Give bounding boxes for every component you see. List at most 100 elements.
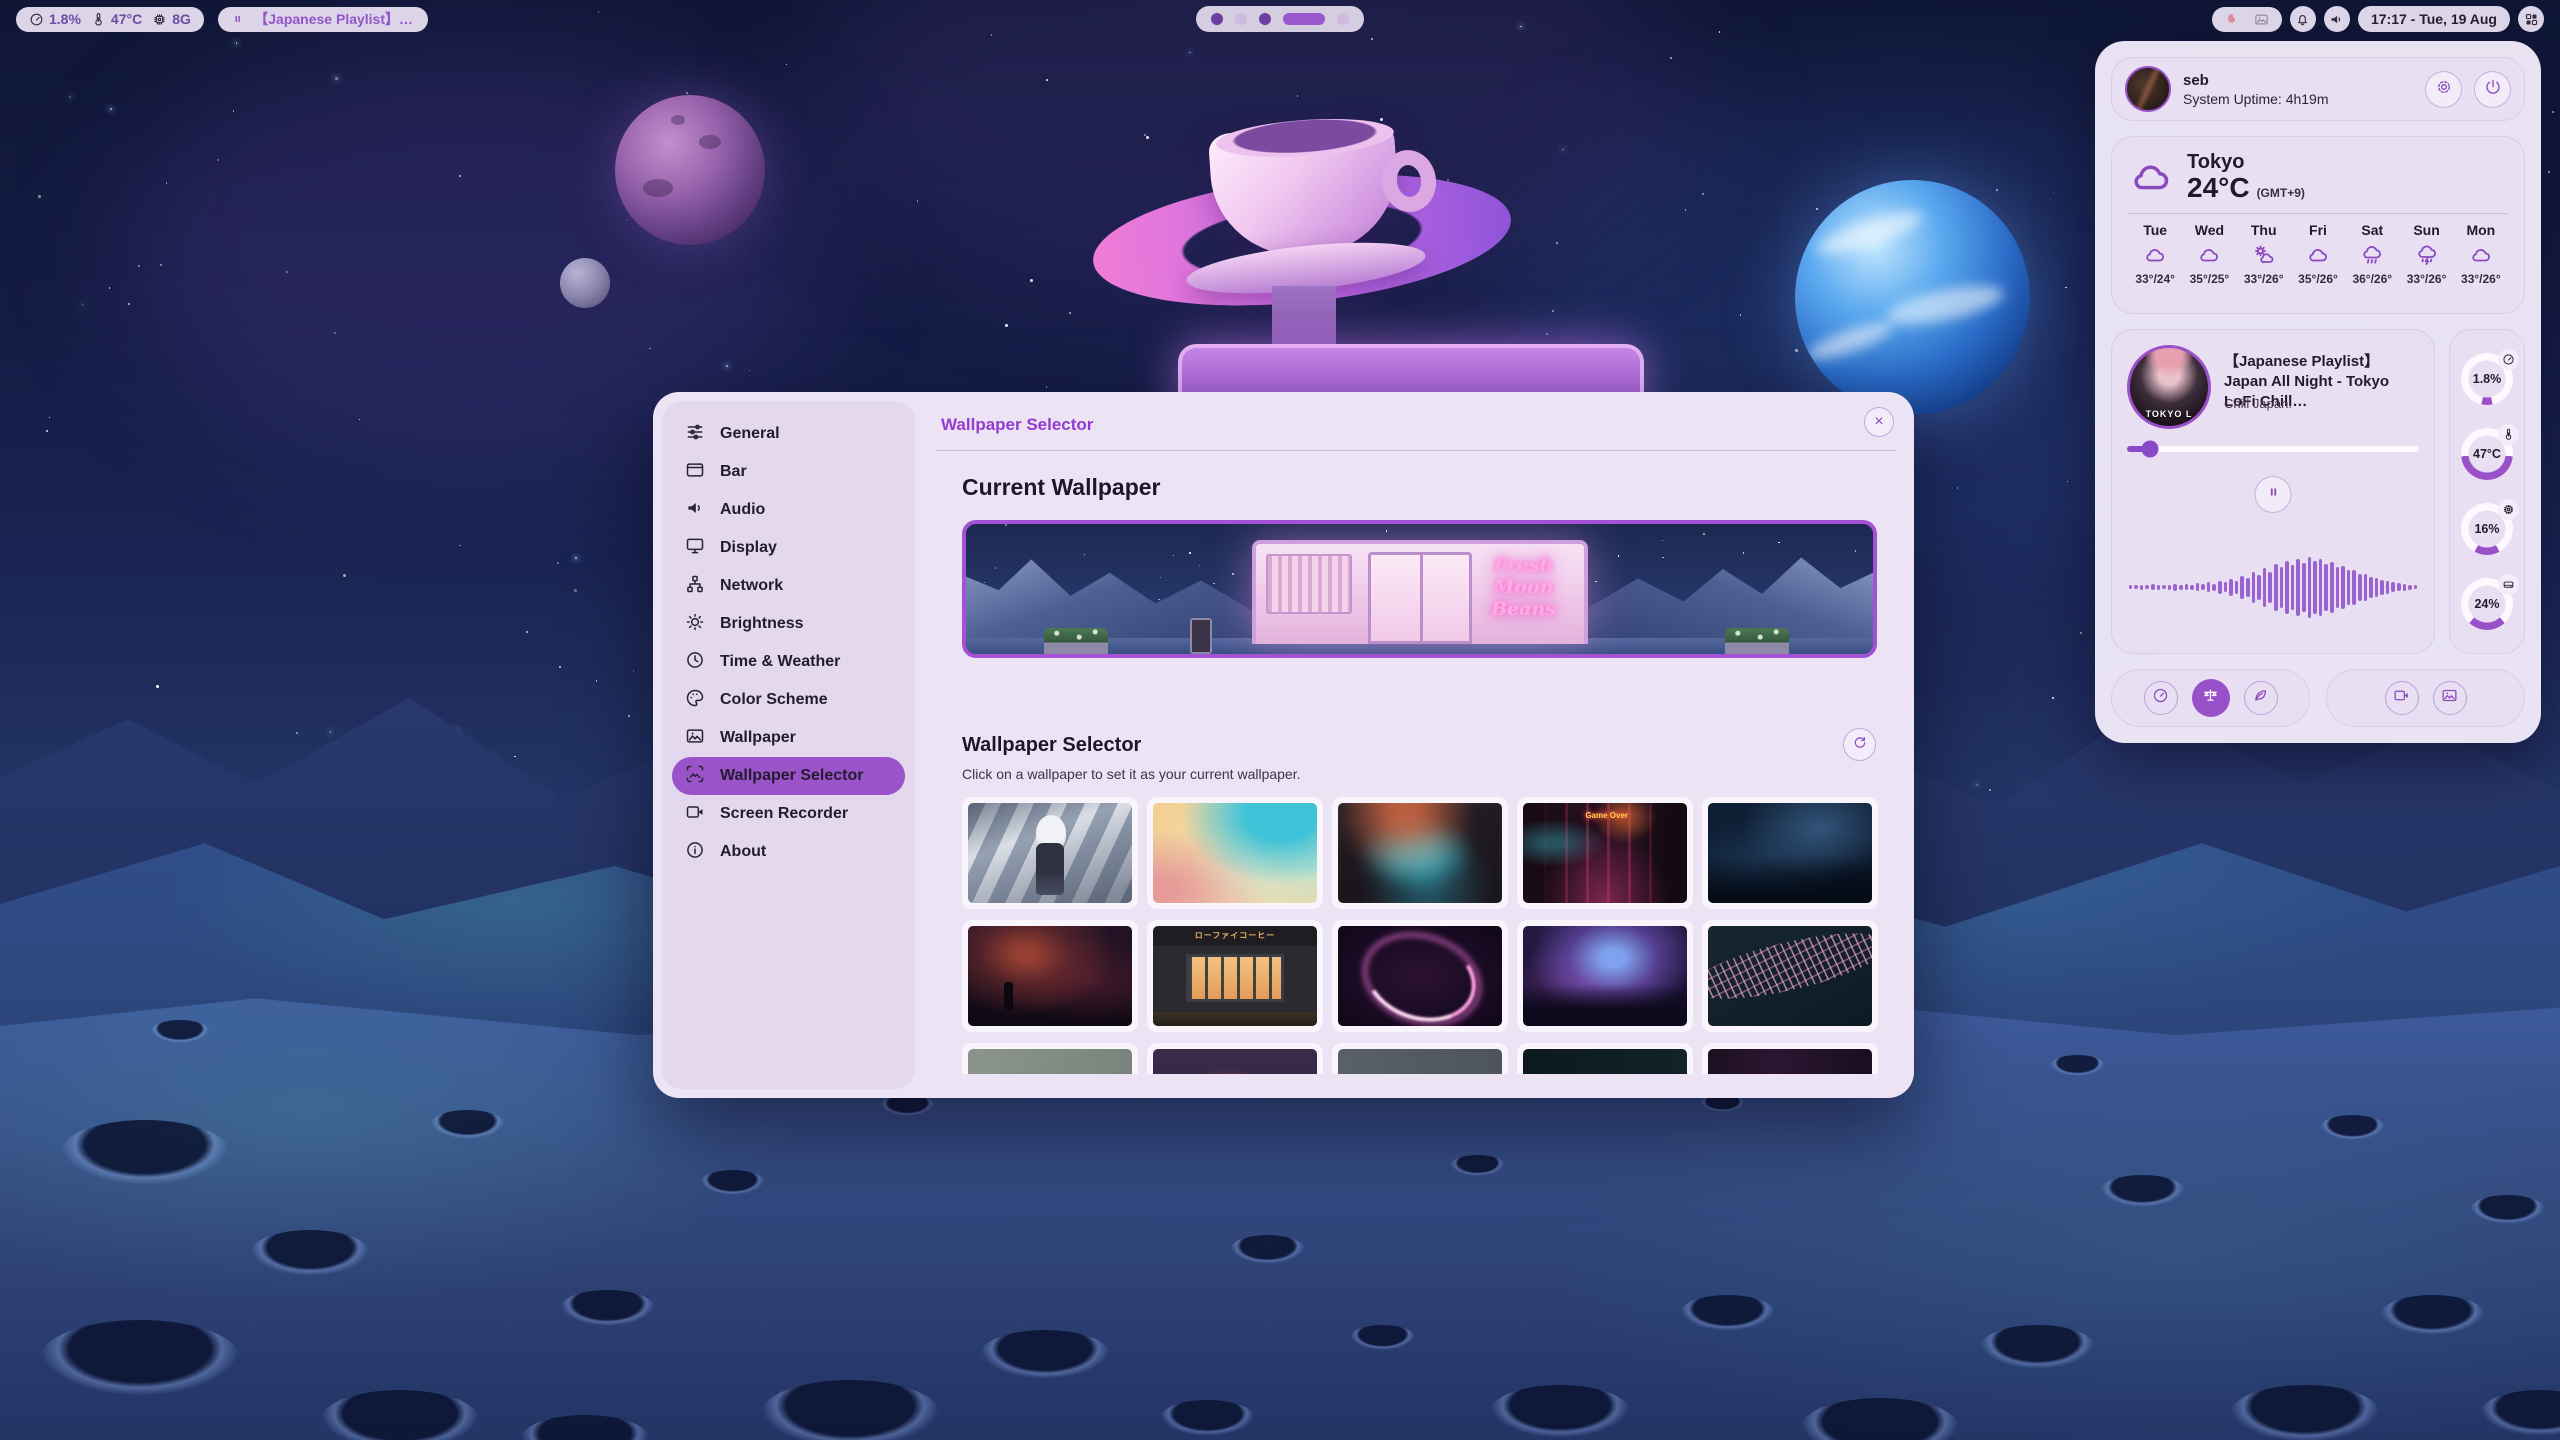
wallpaper-thumb-aurora-blur[interactable]: [1332, 797, 1508, 909]
visualizer-bar: [2341, 566, 2345, 609]
tray-app-icon[interactable]: [2225, 12, 2240, 27]
star: [359, 419, 361, 421]
star: [2053, 192, 2055, 194]
sidebar-item-wallpaper-selector[interactable]: Wallpaper Selector: [672, 757, 905, 795]
star: [633, 670, 635, 672]
wallpaper-grid: Game Over ローファイコーヒー: [962, 797, 1878, 1074]
top-bar: 1.8% 47°C 8G 【Japanese Playlist】 J... 17…: [0, 0, 2560, 38]
close-button[interactable]: ×: [1864, 407, 1894, 437]
wallpaper-thumb-gray-sliver[interactable]: [1332, 1043, 1508, 1074]
slider-knob[interactable]: [2142, 441, 2159, 458]
wallpaper-image-ember-ruins: [968, 926, 1132, 1026]
neon-line-3: Beans: [1491, 599, 1556, 620]
wallpaper-thumb-blue-forest[interactable]: [1702, 797, 1878, 909]
crater: [2380, 1295, 2485, 1335]
visualizer-bar: [2403, 584, 2407, 591]
visualizer-bar: [2173, 584, 2177, 591]
wallpaper-thumb-teal-sliver[interactable]: [1517, 1043, 1693, 1074]
star: [1795, 349, 1798, 352]
bar-right-cluster: 17:17 - Tue, 19 Aug: [2212, 6, 2544, 32]
wallpaper-thumb-ember-ruins[interactable]: [962, 920, 1138, 1032]
album-art-text: TOKYO L: [2130, 409, 2208, 419]
star: [1816, 208, 1818, 210]
wallpaper-thumb-purple-ring[interactable]: [1332, 920, 1508, 1032]
sidebar-item-network[interactable]: Network: [672, 567, 905, 605]
visualizer-bar: [2134, 585, 2138, 589]
sidebar-item-time-weather[interactable]: Time & Weather: [672, 643, 905, 681]
mode-button-leaf[interactable]: [2244, 681, 2278, 715]
pause-button[interactable]: [2255, 476, 2292, 513]
star: [46, 430, 48, 432]
sidebar-item-color-scheme[interactable]: Color Scheme: [672, 681, 905, 719]
gauge-icon: [2152, 687, 2169, 709]
cloud-icon: [2306, 243, 2330, 267]
wallpaper-thumb-pastel-gradient[interactable]: [1147, 797, 1323, 909]
cpu-value: 1.8%: [49, 11, 81, 27]
sidebar-item-general[interactable]: General: [672, 415, 905, 453]
wallpaper-image-purple-ring: [1338, 926, 1502, 1026]
small-moon: [560, 258, 610, 308]
star: [2548, 171, 2550, 173]
clock-pill[interactable]: 17:17 - Tue, 19 Aug: [2358, 6, 2510, 32]
gauge-1-8: 1.8%: [2461, 353, 2513, 405]
wallpaper-thumb-neon-arcade[interactable]: Game Over: [1517, 797, 1693, 909]
wallpaper-thumb-lofi-cafe[interactable]: ローファイコーヒー: [1147, 920, 1323, 1032]
visualizer-bar: [2162, 585, 2166, 589]
workspace-dot-1[interactable]: [1211, 13, 1223, 25]
star: [1297, 95, 1299, 97]
crater: [560, 1290, 655, 1326]
temp-value: 47°C: [111, 11, 142, 27]
preview-star: [1189, 552, 1191, 554]
star: [2080, 632, 2082, 634]
wallpaper-thumb-nebula-forest[interactable]: [1517, 920, 1693, 1032]
preview-star: [1855, 550, 1857, 552]
sidebar-item-brightness[interactable]: Brightness: [672, 605, 905, 643]
weather-timezone: (GMT+9): [2257, 186, 2305, 200]
sidebar-item-bar[interactable]: Bar: [672, 453, 905, 491]
notifications-button[interactable]: [2290, 6, 2316, 32]
wallpaper-thumb-sage-sliver[interactable]: [962, 1043, 1138, 1074]
sidebar-item-screen-recorder[interactable]: Screen Recorder: [672, 795, 905, 833]
tray-image-icon[interactable]: [2254, 12, 2269, 27]
sidebar-item-display[interactable]: Display: [672, 529, 905, 567]
sidebar-item-label: General: [720, 425, 780, 443]
workspace-dot-4[interactable]: [1283, 13, 1325, 25]
sidebar-item-wallpaper[interactable]: Wallpaper: [672, 719, 905, 757]
visualizer-bar: [2212, 584, 2216, 591]
forecast-temps: 35°/26°: [2298, 272, 2338, 286]
brightness-icon: [685, 612, 705, 637]
mode-button-scales[interactable]: [2192, 679, 2230, 717]
tool-button-image[interactable]: [2433, 681, 2467, 715]
workspace-dot-2[interactable]: [1235, 13, 1247, 25]
refresh-button[interactable]: [1843, 728, 1876, 761]
tool-button-video[interactable]: [2385, 681, 2419, 715]
wallpaper-thumb-anime-street[interactable]: [962, 797, 1138, 909]
visualizer-bar: [2380, 580, 2384, 595]
sun-cloud-icon: [2252, 243, 2276, 267]
sidebar-item-about[interactable]: About: [672, 833, 905, 871]
preview-star: [1703, 533, 1705, 535]
star: [156, 685, 159, 688]
crater: [250, 1230, 370, 1276]
star: [166, 182, 168, 184]
wallpaper-thumb-autumn-sliver[interactable]: [1147, 1043, 1323, 1074]
mode-button-gauge[interactable]: [2144, 681, 2178, 715]
wallpaper-thumb-wire-wave[interactable]: [1702, 920, 1878, 1032]
media-progress-slider[interactable]: [2127, 446, 2419, 452]
wallpaper-image-anime-street: [968, 803, 1132, 903]
volume-button[interactable]: [2324, 6, 2350, 32]
star: [233, 110, 235, 112]
quick-tools-card: [2326, 669, 2525, 727]
media-pill[interactable]: 【Japanese Playlist】 J...: [218, 7, 428, 32]
settings-button[interactable]: [2425, 71, 2462, 108]
wallpaper-thumb-plum-sliver[interactable]: [1702, 1043, 1878, 1074]
weather-temp: 24°C: [2187, 173, 2250, 203]
power-button[interactable]: [2474, 71, 2511, 108]
dashboard-button[interactable]: [2518, 6, 2544, 32]
workspace-dot-3[interactable]: [1259, 13, 1271, 25]
workspace-dot-5[interactable]: [1337, 13, 1349, 25]
workspace-indicator[interactable]: [1196, 6, 1364, 32]
sidebar-item-audio[interactable]: Audio: [672, 491, 905, 529]
preview-star: [1778, 542, 1780, 544]
visualizer-bar: [2347, 570, 2351, 605]
